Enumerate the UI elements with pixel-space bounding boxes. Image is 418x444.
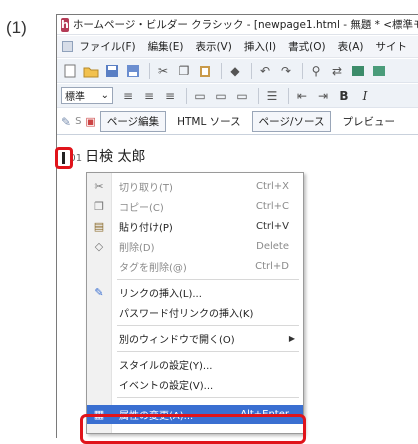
annotation-highlight-box	[80, 414, 306, 444]
paragraph-style-value: 標準	[65, 92, 85, 103]
tag-icon[interactable]	[349, 62, 367, 80]
italic-icon[interactable]: I	[356, 87, 374, 105]
toolbar-separator	[149, 62, 150, 79]
replace-icon[interactable]: ⇄	[328, 62, 346, 80]
menu-item-label: イベントの設定(V)...	[119, 381, 214, 392]
menu-item-label: タグを削除(@)	[119, 263, 187, 274]
box-left-icon[interactable]: ▭	[191, 87, 209, 105]
tab-preview[interactable]: プレビュー	[335, 111, 402, 132]
toolbar-separator	[221, 62, 222, 79]
s-mode-icon: S	[75, 116, 82, 127]
menu-item-shortcut: Ctrl+C	[255, 201, 289, 212]
menu-item-insert-password-link[interactable]: パスワード付リンクの挿入(K)	[87, 303, 303, 322]
context-menu: ✂ 切り取り(T) Ctrl+X ❐ コピー(C) Ctrl+C ▤ 貼り付け(…	[86, 172, 304, 434]
menu-insert[interactable]: 挿入(I)	[244, 39, 276, 54]
menu-item-shortcut: Ctrl+X	[255, 181, 289, 192]
menu-item-paste[interactable]: ▤ 貼り付け(P) Ctrl+V	[87, 217, 303, 236]
menu-item-shortcut: Delete	[256, 241, 289, 252]
document-line: 001日検 太郎	[63, 146, 146, 166]
undo-icon[interactable]: ↶	[256, 62, 274, 80]
title-bar: h ホームページ・ビルダー クラシック - [newpage1.html - 無…	[57, 15, 418, 35]
menu-item-label: 別のウィンドウで開く(O)	[119, 335, 235, 346]
tab-page-edit[interactable]: ページ編集	[99, 111, 167, 132]
menu-file[interactable]: ファイル(F)	[79, 39, 135, 54]
chevron-down-icon: ⌄	[100, 90, 109, 101]
menu-site[interactable]: サイト	[376, 39, 408, 54]
menu-item-label: 削除(D)	[119, 243, 155, 254]
toolbar-separator	[288, 87, 289, 104]
bold-icon[interactable]: B	[335, 87, 353, 105]
menu-separator	[117, 325, 299, 326]
paragraph-style-select[interactable]: 標準 ⌄	[61, 87, 113, 104]
paste-icon: ▤	[93, 219, 105, 233]
copy-icon: ❐	[94, 199, 104, 213]
view-tab-bar: ✎ S ▣ ページ編集 HTML ソース ページ/ソース プレビュー	[57, 109, 418, 135]
menu-bar: ファイル(F) 編集(E) 表示(V) 挿入(I) 書式(O) 表(A) サイト	[57, 36, 418, 58]
menu-item-style-settings[interactable]: スタイルの設定(Y)...	[87, 355, 303, 374]
insert-link-icon: ✎	[94, 285, 104, 299]
window-menu-icon[interactable]	[62, 41, 74, 52]
menu-item-insert-link[interactable]: ✎ リンクの挿入(L)...	[87, 283, 303, 302]
align-center-icon[interactable]: ≡	[140, 87, 158, 105]
menu-item-label: コピー(C)	[119, 203, 164, 214]
eraser-icon[interactable]: ◆	[226, 62, 244, 80]
menu-item-shortcut: Ctrl+D	[255, 261, 289, 272]
menu-item-shortcut: Ctrl+V	[255, 221, 289, 232]
paste-icon[interactable]	[196, 62, 214, 80]
menu-item-open-in-window[interactable]: 別のウィンドウで開く(O) ▶	[87, 329, 303, 348]
toolbar-separator	[302, 62, 303, 79]
align-right-icon[interactable]: ≡	[161, 87, 179, 105]
find-icon[interactable]: ⚲	[307, 62, 325, 80]
menu-item-delete[interactable]: ◇ 削除(D) Delete	[87, 237, 303, 256]
tab-page-source[interactable]: ページ/ソース	[251, 111, 332, 132]
cursor-highlight-box	[55, 147, 73, 169]
open-folder-icon[interactable]	[82, 62, 100, 80]
redo-icon[interactable]: ↷	[277, 62, 295, 80]
box-right-icon[interactable]: ▭	[233, 87, 251, 105]
save-all-icon[interactable]	[124, 62, 142, 80]
menu-table[interactable]: 表(A)	[338, 39, 364, 54]
toolbar-separator	[258, 87, 259, 104]
submenu-arrow-icon: ▶	[288, 334, 295, 343]
link-icon[interactable]	[370, 62, 388, 80]
menu-item-delete-tag[interactable]: タグを削除(@) Ctrl+D	[87, 257, 303, 276]
box-center-icon[interactable]: ▭	[212, 87, 230, 105]
cut-icon[interactable]: ✂	[154, 62, 172, 80]
indent-icon[interactable]: ⇤	[293, 87, 311, 105]
menu-item-cut[interactable]: ✂ 切り取り(T) Ctrl+X	[87, 177, 303, 196]
text-cursor	[62, 152, 65, 164]
main-toolbar: ✂ ❐ ◆ ↶ ↷ ⚲ ⇄	[57, 59, 418, 83]
new-page-icon[interactable]	[61, 62, 79, 80]
edit-pencil-icon: ✎	[61, 114, 72, 129]
menu-view[interactable]: 表示(V)	[195, 39, 231, 54]
menu-item-label: リンクの挿入(L)...	[119, 289, 202, 300]
format-toolbar: 標準 ⌄ ≡ ≡ ≡ ▭ ▭ ▭ ☰ ⇤ ⇥ B I	[57, 84, 418, 108]
menu-item-copy[interactable]: ❐ コピー(C) Ctrl+C	[87, 197, 303, 216]
scissors-icon: ✂	[94, 179, 104, 193]
list-icon[interactable]: ☰	[263, 87, 281, 105]
eraser-icon: ◇	[94, 239, 104, 253]
toolbar-separator	[251, 62, 252, 79]
save-icon[interactable]	[103, 62, 121, 80]
copy-icon[interactable]: ❐	[175, 62, 193, 80]
tab-html-source[interactable]: HTML ソース	[170, 111, 248, 132]
menu-item-label: 貼り付け(P)	[119, 223, 173, 234]
outdent-icon[interactable]: ⇥	[314, 87, 332, 105]
align-left-icon[interactable]: ≡	[119, 87, 137, 105]
menu-edit[interactable]: 編集(E)	[148, 39, 184, 54]
window-title: ホームページ・ビルダー クラシック - [newpage1.html - 無題 …	[72, 19, 418, 31]
page-icon: ▣	[85, 115, 96, 128]
menu-item-label: スタイルの設定(Y)...	[119, 361, 213, 372]
menu-item-event-settings[interactable]: イベントの設定(V)...	[87, 375, 303, 394]
menu-separator	[117, 397, 299, 398]
menu-separator	[117, 279, 299, 280]
step-number-label: (1)	[6, 18, 27, 37]
menu-format[interactable]: 書式(O)	[288, 39, 325, 54]
menu-item-label: パスワード付リンクの挿入(K)	[119, 309, 254, 320]
app-logo-icon: h	[61, 17, 69, 32]
menu-item-label: 切り取り(T)	[119, 183, 173, 194]
menu-separator	[117, 351, 299, 352]
document-text[interactable]: 日検 太郎	[85, 149, 145, 165]
toolbar-separator	[186, 87, 187, 104]
